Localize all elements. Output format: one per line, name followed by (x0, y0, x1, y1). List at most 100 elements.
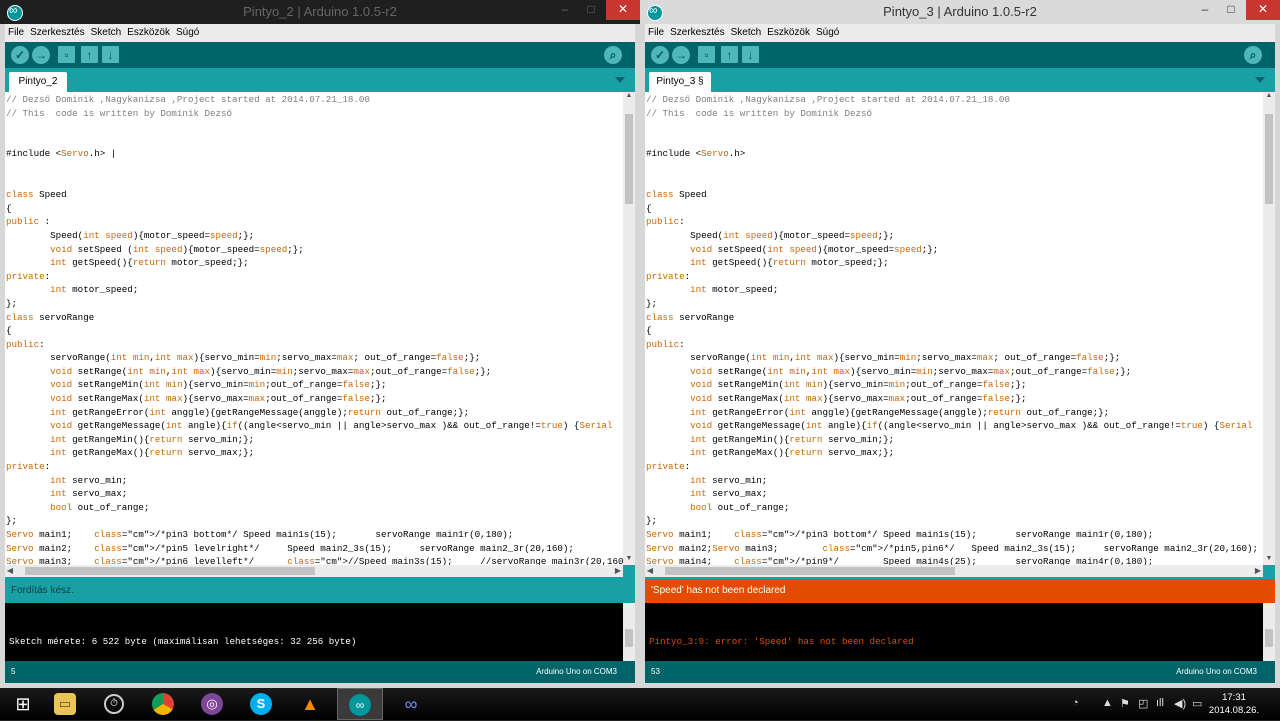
scroll-thumb[interactable] (1265, 114, 1273, 204)
code-line[interactable]: void setRange(int min,int max){servo_min… (6, 365, 623, 379)
verify-button[interactable]: ✓ (11, 46, 29, 64)
code-line[interactable]: Servo main1; class="cm">/*pin3 bottom*/ … (646, 528, 1263, 542)
code-line[interactable]: int servo_max; (6, 487, 623, 501)
tor-icon[interactable]: ◎ (189, 688, 235, 720)
code-line[interactable]: Speed(int speed){motor_speed=speed;}; (6, 229, 623, 243)
menu-edit[interactable]: Szerkesztés (667, 24, 727, 38)
network-signal-icon[interactable]: ıll (1156, 697, 1164, 709)
tray-app-icon[interactable]: ◔ (1072, 697, 1079, 709)
volume-icon[interactable]: ◀) (1174, 697, 1186, 710)
chrome-icon[interactable] (140, 688, 186, 720)
code-line[interactable]: // Dezső Dominik ,Nagykanizsa ,Project s… (646, 93, 1263, 107)
code-line[interactable]: private: (6, 270, 623, 284)
code-editor[interactable]: // Dezső Dominik ,Nagykanizsa ,Project s… (645, 92, 1263, 565)
tab-menu-arrow-icon[interactable] (615, 77, 625, 83)
code-line[interactable]: }; (6, 514, 623, 528)
scroll-down-icon[interactable]: ▼ (623, 555, 635, 565)
menu-sketch[interactable]: Sketch (88, 24, 125, 38)
menu-help[interactable]: Súgó (173, 24, 202, 38)
close-button[interactable]: ✕ (606, 0, 640, 20)
code-line[interactable]: void setRangeMin(int min){servo_min=min;… (6, 378, 623, 392)
code-line[interactable]: void setSpeed (int speed){motor_speed=sp… (6, 243, 623, 257)
scroll-right-icon[interactable]: ▶ (1253, 565, 1263, 577)
code-line[interactable]: Speed(int speed){motor_speed=speed;}; (646, 229, 1263, 243)
code-line[interactable]: // Dezső Dominik ,Nagykanizsa ,Project s… (6, 93, 623, 107)
skype-icon[interactable]: S (238, 688, 284, 720)
save-button[interactable]: ↓ (102, 46, 119, 63)
code-line[interactable]: private: (646, 460, 1263, 474)
scroll-down-icon[interactable]: ▼ (1263, 555, 1275, 565)
code-line[interactable] (646, 175, 1263, 189)
vlc-icon[interactable]: ▲ (287, 688, 333, 720)
menu-help[interactable]: Súgó (813, 24, 842, 38)
code-line[interactable]: void setRangeMax(int max){servo_max=max;… (646, 392, 1263, 406)
code-line[interactable] (646, 134, 1263, 148)
code-line[interactable] (6, 120, 623, 134)
scroll-thumb[interactable] (625, 114, 633, 204)
console-scrollbar[interactable] (623, 603, 635, 661)
code-line[interactable]: int motor_speed; (6, 283, 623, 297)
code-line[interactable]: void getRangeMessage(int angle){if((angl… (646, 419, 1263, 433)
menu-file[interactable]: File (5, 24, 27, 38)
tab-menu-arrow-icon[interactable] (1255, 77, 1265, 83)
menu-tools[interactable]: Eszközök (764, 24, 813, 38)
code-text[interactable]: // Dezső Dominik ,Nagykanizsa ,Project s… (5, 92, 623, 565)
code-line[interactable]: { (6, 202, 623, 216)
code-line[interactable]: #include <Servo.h> (646, 147, 1263, 161)
menu-sketch[interactable]: Sketch (728, 24, 765, 38)
tab-pintyo2[interactable]: Pintyo_2 (9, 72, 67, 92)
scroll-left-icon[interactable]: ◀ (5, 565, 15, 577)
code-line[interactable]: Servo main2;Servo main3; class="cm">/*pi… (646, 542, 1263, 556)
code-line[interactable]: Servo main2; class="cm">/*pin5 levelrigh… (6, 542, 623, 556)
open-button[interactable]: ↑ (81, 46, 98, 63)
code-line[interactable]: { (6, 324, 623, 338)
maximize-button[interactable]: □ (578, 0, 604, 20)
code-line[interactable]: public: (646, 338, 1263, 352)
code-line[interactable]: // This code is written by Dominik Dezső (6, 107, 623, 121)
code-line[interactable]: void setRangeMin(int min){servo_min=min;… (646, 378, 1263, 392)
code-line[interactable] (646, 161, 1263, 175)
serial-monitor-button[interactable]: ⌕ (604, 46, 622, 64)
code-line[interactable]: int getRangeError(int anggle){getRangeMe… (6, 406, 623, 420)
show-hidden-icons-icon[interactable]: ▲ (1102, 697, 1113, 709)
code-line[interactable]: int getRangeMin(){return servo_min;}; (6, 433, 623, 447)
code-line[interactable] (6, 161, 623, 175)
code-line[interactable]: int getRangeMax(){return servo_max;}; (646, 446, 1263, 460)
code-text[interactable]: // Dezső Dominik ,Nagykanizsa ,Project s… (645, 92, 1263, 565)
serial-monitor-button[interactable]: ⌕ (1244, 46, 1262, 64)
code-line[interactable]: Servo main4; class="cm">/*pin9*/ Speed m… (646, 555, 1263, 565)
code-line[interactable]: class Speed (6, 188, 623, 202)
save-button[interactable]: ↓ (742, 46, 759, 63)
code-line[interactable]: public : (6, 215, 623, 229)
minimize-button[interactable]: – (552, 0, 578, 20)
code-line[interactable] (6, 134, 623, 148)
new-button[interactable]: ▫ (58, 46, 75, 63)
code-line[interactable]: int getSpeed(){return motor_speed;}; (646, 256, 1263, 270)
title-bar[interactable]: Pintyo_3 | Arduino 1.0.5-r2 – □ ✕ (640, 0, 1280, 24)
code-line[interactable]: int getRangeMax(){return servo_max;}; (6, 446, 623, 460)
menu-tools[interactable]: Eszközök (124, 24, 173, 38)
console-scrollbar[interactable] (1263, 603, 1275, 661)
open-button[interactable]: ↑ (721, 46, 738, 63)
code-line[interactable]: Servo main3; class="cm">/*pin6 levelleft… (6, 555, 623, 565)
action-center-flag-icon[interactable]: ⚑ (1120, 697, 1130, 710)
tab-pintyo3[interactable]: Pintyo_3 § (649, 72, 711, 92)
code-line[interactable]: class Speed (646, 188, 1263, 202)
code-line[interactable]: int getRangeError(int anggle){getRangeMe… (646, 406, 1263, 420)
verify-button[interactable]: ✓ (651, 46, 669, 64)
scroll-up-icon[interactable]: ▲ (1263, 92, 1275, 102)
editor-horizontal-scrollbar[interactable]: ◀ ▶ (645, 565, 1263, 577)
code-line[interactable]: public: (6, 338, 623, 352)
code-line[interactable]: void setRangeMax(int max){servo_max=max;… (6, 392, 623, 406)
code-line[interactable]: int servo_min; (6, 474, 623, 488)
upload-button[interactable]: → (32, 46, 50, 64)
scroll-right-icon[interactable]: ▶ (613, 565, 623, 577)
code-line[interactable]: }; (646, 514, 1263, 528)
hscroll-thumb[interactable] (25, 567, 315, 575)
code-line[interactable]: class servoRange (6, 311, 623, 325)
code-line[interactable]: void setRange(int min,int max){servo_min… (646, 365, 1263, 379)
editor-vertical-scrollbar[interactable]: ▲ ▼ (623, 92, 635, 565)
title-bar[interactable]: Pintyo_2 | Arduino 1.0.5-r2 – □ ✕ (0, 0, 640, 24)
code-line[interactable]: int getRangeMin(){return servo_min;}; (646, 433, 1263, 447)
code-line[interactable]: }; (646, 297, 1263, 311)
